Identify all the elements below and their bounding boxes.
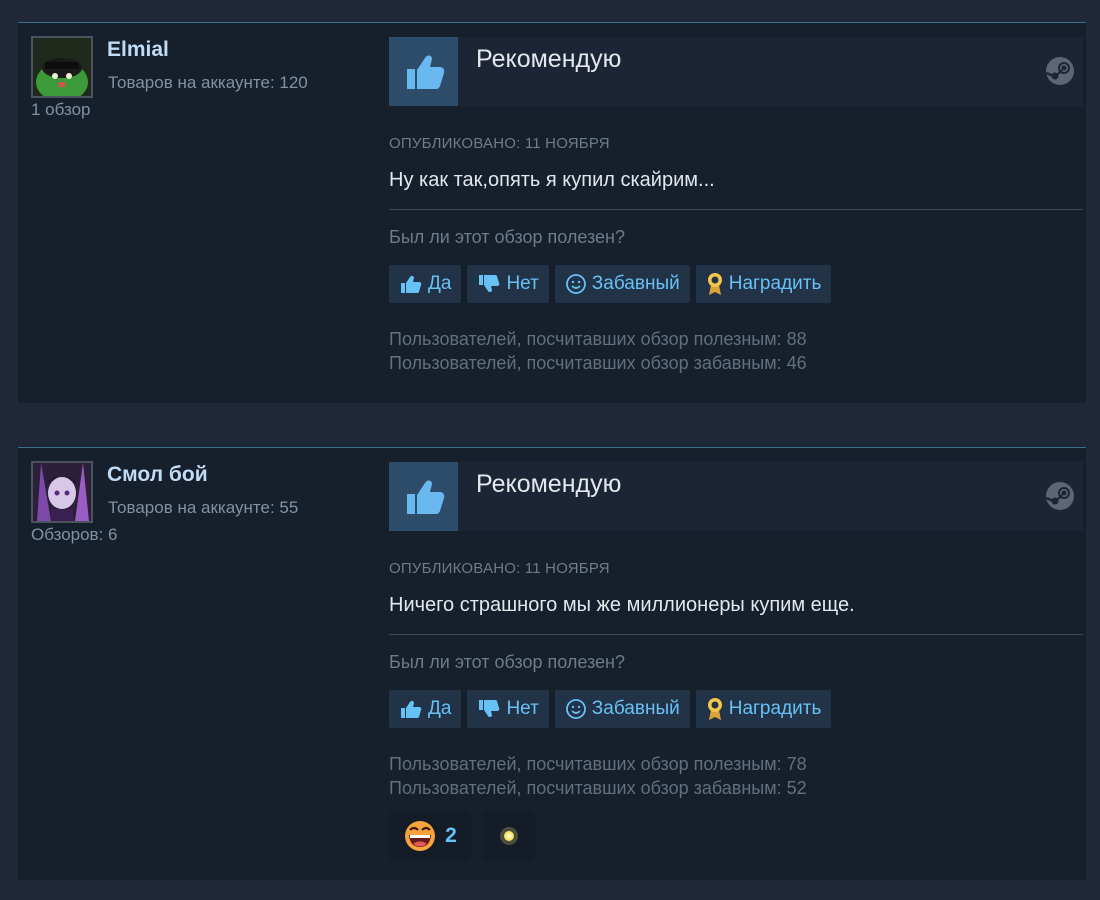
posted-date: Опубликовано: 11 ноября [389, 135, 610, 152]
award-sparkle[interactable] [483, 810, 535, 862]
funny-count: Пользователей, посчитавших обзор забавны… [389, 353, 807, 373]
review-stats: Пользователей, посчитавших обзор полезны… [389, 752, 1083, 800]
smiley-icon [565, 699, 586, 719]
verdict-bar[interactable]: Рекомендую [389, 462, 1083, 531]
verdict-text: Рекомендую [476, 45, 622, 73]
divider [389, 209, 1083, 210]
helpful-question: Был ли этот обзор полезен? [389, 652, 625, 672]
review-author: Смол бой Товаров на аккаунте: 55 Обзоров… [31, 461, 371, 561]
award-button[interactable]: Наградить [695, 690, 832, 728]
author-games-count[interactable]: Товаров на аккаунте: 120 [108, 73, 308, 93]
vote-yes-button[interactable]: Да [389, 265, 462, 303]
review-card: Смол бой Товаров на аккаунте: 55 Обзоров… [18, 447, 1086, 880]
review-content: Рекомендую Опубликовано: 11 ноября Ничег… [389, 462, 1083, 862]
vote-no-label: Нет [506, 273, 539, 294]
avatar[interactable] [31, 461, 93, 523]
author-games-count[interactable]: Товаров на аккаунте: 55 [108, 498, 298, 518]
vote-funny-button[interactable]: Забавный [554, 265, 690, 303]
steam-logo-icon [1045, 482, 1074, 510]
review-card: Elmial Товаров на аккаунте: 120 1 обзор … [18, 22, 1086, 403]
sparkle-icon [500, 827, 518, 845]
author-name[interactable]: Смол бой [107, 463, 208, 487]
award-ribbon-icon [707, 273, 722, 295]
award-count: 2 [445, 824, 457, 847]
vote-funny-label: Забавный [591, 698, 680, 719]
author-reviews-count[interactable]: Обзоров: 6 [31, 525, 118, 545]
vote-no-button[interactable]: Нет [467, 690, 549, 728]
review-author: Elmial Товаров на аккаунте: 120 1 обзор [31, 36, 371, 136]
author-reviews-count[interactable]: 1 обзор [31, 100, 91, 120]
received-awards: 2 [389, 810, 1083, 862]
award-label: Наградить [728, 698, 822, 719]
vote-yes-label: Да [428, 698, 452, 719]
vote-no-button[interactable]: Нет [467, 265, 549, 303]
reviews-page: Elmial Товаров на аккаунте: 120 1 обзор … [0, 0, 1100, 900]
verdict-bar[interactable]: Рекомендую [389, 37, 1083, 106]
divider [389, 634, 1083, 635]
steam-logo-icon [1045, 57, 1074, 85]
vote-funny-label: Забавный [591, 273, 680, 294]
vote-controls: Да Нет Забавный Наградить [389, 690, 1083, 728]
verdict-text: Рекомендую [476, 470, 622, 498]
thumbs-up-icon [389, 37, 458, 106]
thumbs-up-icon [389, 462, 458, 531]
vote-no-label: Нет [506, 698, 539, 719]
thumbs-down-icon [479, 700, 500, 718]
thumbs-up-icon [401, 700, 422, 718]
review-stats: Пользователей, посчитавших обзор полезны… [389, 327, 1083, 375]
vote-funny-button[interactable]: Забавный [554, 690, 690, 728]
helpful-question: Был ли этот обзор полезен? [389, 227, 625, 247]
author-name[interactable]: Elmial [107, 38, 169, 62]
helpful-count: Пользователей, посчитавших обзор полезны… [389, 329, 807, 349]
posted-date: Опубликовано: 11 ноября [389, 560, 610, 577]
helpful-count: Пользователей, посчитавших обзор полезны… [389, 754, 807, 774]
avatar[interactable] [31, 36, 93, 98]
award-laughing[interactable]: 2 [389, 810, 471, 862]
thumbs-down-icon [479, 275, 500, 293]
award-button[interactable]: Наградить [695, 265, 832, 303]
thumbs-up-icon [401, 275, 422, 293]
review-content: Рекомендую Опубликовано: 11 ноября Ну ка… [389, 37, 1083, 375]
laughing-face-icon [405, 821, 436, 851]
funny-count: Пользователей, посчитавших обзор забавны… [389, 778, 807, 798]
review-text: Ну как так,опять я купил скайрим... [389, 169, 715, 191]
award-label: Наградить [728, 273, 822, 294]
award-ribbon-icon [707, 698, 722, 720]
vote-controls: Да Нет Забавный Наградить [389, 265, 1083, 303]
vote-yes-label: Да [428, 273, 452, 294]
review-text: Ничего страшного мы же миллионеры купим … [389, 594, 855, 616]
vote-yes-button[interactable]: Да [389, 690, 462, 728]
smiley-icon [565, 274, 586, 294]
